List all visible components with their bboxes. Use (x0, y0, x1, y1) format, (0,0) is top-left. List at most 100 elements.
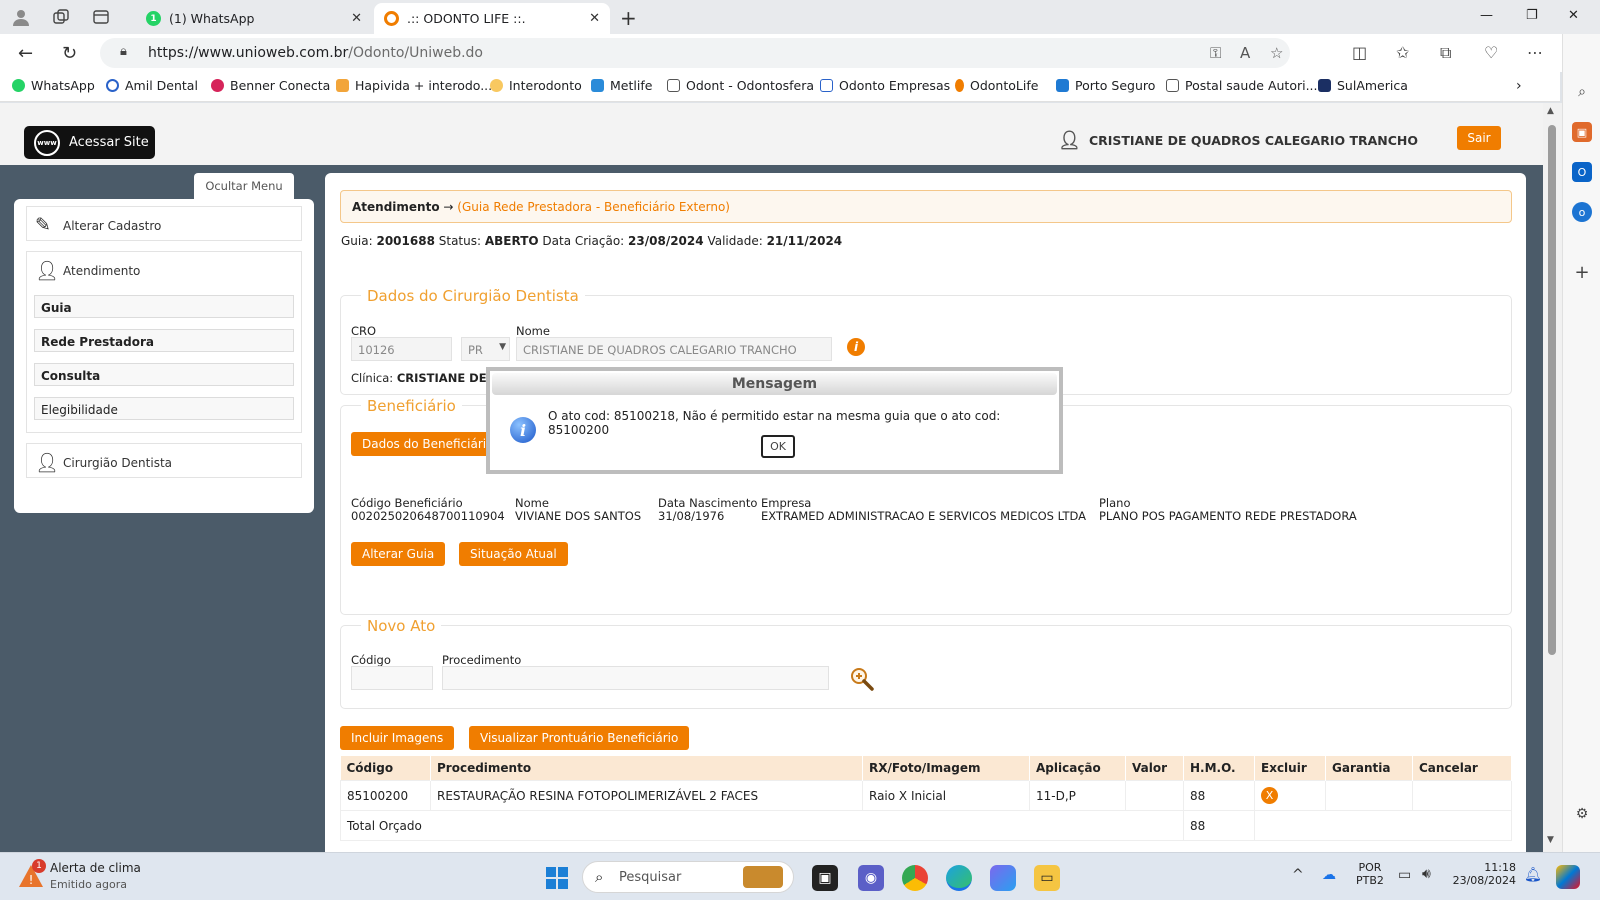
side-menu: ✎ Alterar Cadastro 👤︎ Atendimento Guia R… (14, 199, 314, 513)
favorites-icon[interactable]: ✩ (1396, 43, 1409, 62)
nasc-label: Data Nascimento (658, 496, 758, 510)
submenu-rede-prestadora[interactable]: Rede Prestadora (34, 329, 294, 352)
minimize-icon[interactable]: — (1480, 8, 1493, 23)
bookmark-odontosfera[interactable]: Odont - Odontosfera (667, 78, 814, 93)
incluir-imagens-button[interactable]: Incluir Imagens (340, 726, 455, 750)
table-row: 85100200 RESTAURAÇÃO RESINA FOTOPOLIMERI… (340, 780, 1512, 811)
menu-alterar-cadastro[interactable]: ✎ Alterar Cadastro (26, 206, 302, 241)
outlook-icon[interactable]: O (1572, 162, 1592, 182)
scroll-down-icon[interactable]: ▼ (1547, 835, 1554, 845)
bookmark-odonto-empresas[interactable]: Odonto Empresas (820, 78, 950, 93)
network-icon[interactable]: ▭ (1398, 867, 1411, 883)
visualizar-prontuario-button[interactable]: Visualizar Prontuário Beneficiário (469, 726, 690, 750)
notification-bell-icon[interactable]: 🔔︎ (1524, 867, 1542, 883)
url-field[interactable]: 🔒︎ https://www.unioweb.com.br/Odonto/Uni… (100, 38, 1290, 68)
bookmark-whatsapp[interactable]: WhatsApp (12, 78, 95, 93)
bookmark-label: SulAmerica (1337, 78, 1408, 93)
add-icon[interactable]: + (1572, 262, 1592, 283)
tab-odontolife[interactable]: .:: ODONTO LIFE ::. ✕ (374, 3, 610, 34)
scroll-up-icon[interactable]: ▲ (1547, 106, 1554, 116)
clock[interactable]: 11:18 23/08/2024 (1450, 861, 1516, 887)
favorite-star-icon[interactable]: ☆ (1270, 44, 1283, 62)
cro-field[interactable]: 10126 (351, 337, 452, 361)
bookmark-metlife[interactable]: Metlife (591, 78, 652, 93)
dados-beneficiario-button[interactable]: Dados do Beneficiário (351, 432, 505, 456)
delete-icon[interactable]: X (1261, 787, 1278, 804)
office-icon[interactable]: o (1572, 202, 1592, 222)
password-key-icon[interactable]: ⚿ (1210, 44, 1221, 62)
start-windows-icon[interactable] (544, 865, 570, 891)
profile-icon[interactable] (10, 6, 32, 28)
situacao-atual-button[interactable]: Situação Atual (459, 542, 568, 566)
total-hmo: 88 (1183, 810, 1255, 841)
bookmark-hapivida[interactable]: Hapivida + interodo... (336, 78, 492, 93)
bookmarks-overflow-icon[interactable]: › (1516, 78, 1522, 94)
browser-essentials-icon[interactable]: ♡ (1484, 43, 1498, 62)
workspaces-icon[interactable] (50, 6, 72, 28)
search-icon[interactable]: ⌕ (1572, 82, 1592, 102)
clock-date: 23/08/2024 (1452, 874, 1516, 887)
close-icon[interactable]: ✕ (589, 11, 600, 26)
taskbar-search[interactable]: ⌕ Pesquisar (582, 861, 794, 893)
alterar-guia-button[interactable]: Alterar Guia (351, 542, 446, 566)
onedrive-icon[interactable]: ☁ (1322, 867, 1336, 883)
restore-icon[interactable]: ❐ (1526, 8, 1538, 23)
codigo-input[interactable] (351, 666, 433, 690)
volume-icon[interactable]: 🔊︎ (1422, 866, 1431, 882)
file-explorer-icon[interactable]: ▭ (1034, 865, 1060, 891)
more-options-icon[interactable]: ⋯ (1527, 43, 1543, 62)
procedimento-input[interactable] (442, 666, 829, 690)
lock-icon[interactable]: 🔒︎ (120, 44, 127, 59)
bookmark-porto-seguro[interactable]: Porto Seguro (1056, 78, 1155, 93)
bookmark-benner[interactable]: Benner Conecta (211, 78, 330, 93)
submenu-consulta[interactable]: Consulta (34, 363, 294, 386)
language-indicator[interactable]: POR PTB2 (1356, 861, 1384, 887)
page-icon (667, 79, 680, 92)
bookmark-amil-dental[interactable]: Amil Dental (106, 78, 198, 93)
cell-aplicacao: 11-D,P (1029, 780, 1126, 811)
web-page: www Acessar Site 👤︎ CRISTIANE DE QUADROS… (0, 103, 1543, 852)
hide-menu-tab[interactable]: Ocultar Menu (194, 173, 294, 199)
ok-button[interactable]: OK (761, 435, 795, 458)
new-tab-icon[interactable]: + (620, 6, 637, 30)
tab-whatsapp[interactable]: 1 (1) WhatsApp ✕ (136, 3, 372, 34)
submenu-guia[interactable]: Guia (34, 295, 294, 318)
collections-icon[interactable]: ⧉ (1440, 43, 1451, 63)
weather-title[interactable]: Alerta de clima (50, 861, 141, 875)
odontolife-icon (384, 11, 399, 26)
close-icon[interactable]: ✕ (351, 11, 362, 26)
close-window-icon[interactable]: ✕ (1568, 8, 1579, 23)
bookmark-postal-saude[interactable]: Postal saude Autori... (1166, 78, 1318, 93)
bookmark-sulamerica[interactable]: SulAmerica (1318, 78, 1408, 93)
shopping-icon[interactable]: ▣ (1572, 122, 1592, 142)
submenu-elegibilidade[interactable]: Elegibilidade (34, 397, 294, 420)
tab-actions-icon[interactable] (90, 6, 112, 28)
split-screen-icon[interactable]: ◫ (1352, 43, 1367, 62)
info-icon[interactable]: i (847, 338, 865, 356)
weather-alert-icon[interactable]: ! 1 (18, 859, 46, 892)
bookmark-interodonto[interactable]: Interodonto (490, 78, 582, 93)
message-dialog: Mensagem i O ato cod: 85100218, Não é pe… (486, 367, 1063, 474)
copilot-taskbar-icon[interactable] (1556, 865, 1580, 889)
reload-icon[interactable]: ↻ (62, 43, 77, 64)
chevron-up-icon[interactable]: ^ (1292, 867, 1304, 883)
logout-button[interactable]: Sair (1457, 126, 1501, 150)
edge-icon[interactable] (946, 865, 972, 891)
dentista-nome-field[interactable]: CRISTIANE DE QUADROS CALEGARIO TRANCHO (516, 337, 832, 361)
copilot-app-icon[interactable] (990, 865, 1016, 891)
uf-select[interactable]: PR ▼ (461, 337, 510, 361)
bookmark-odontolife[interactable]: OdontoLife (955, 78, 1038, 93)
search-zoom-icon[interactable] (849, 666, 875, 695)
menu-cirurgiao-dentista[interactable]: 👤︎ Cirurgião Dentista (26, 443, 302, 478)
chrome-icon[interactable] (902, 865, 928, 891)
back-icon[interactable]: ← (18, 43, 33, 64)
teams-icon[interactable]: ◉ (858, 865, 884, 891)
settings-gear-icon[interactable]: ⚙ (1572, 804, 1592, 824)
column-header: Excluir (1254, 756, 1326, 781)
acessar-site-button[interactable]: www Acessar Site (24, 126, 155, 159)
page-scrollbar[interactable]: ▲ ▼ (1543, 103, 1562, 852)
dialog-message: O ato cod: 85100218, Não é permitido est… (548, 409, 1001, 437)
scrollbar-thumb[interactable] (1548, 125, 1556, 655)
read-aloud-icon[interactable]: A (1240, 44, 1250, 62)
task-view-icon[interactable]: ▣ (812, 865, 838, 891)
